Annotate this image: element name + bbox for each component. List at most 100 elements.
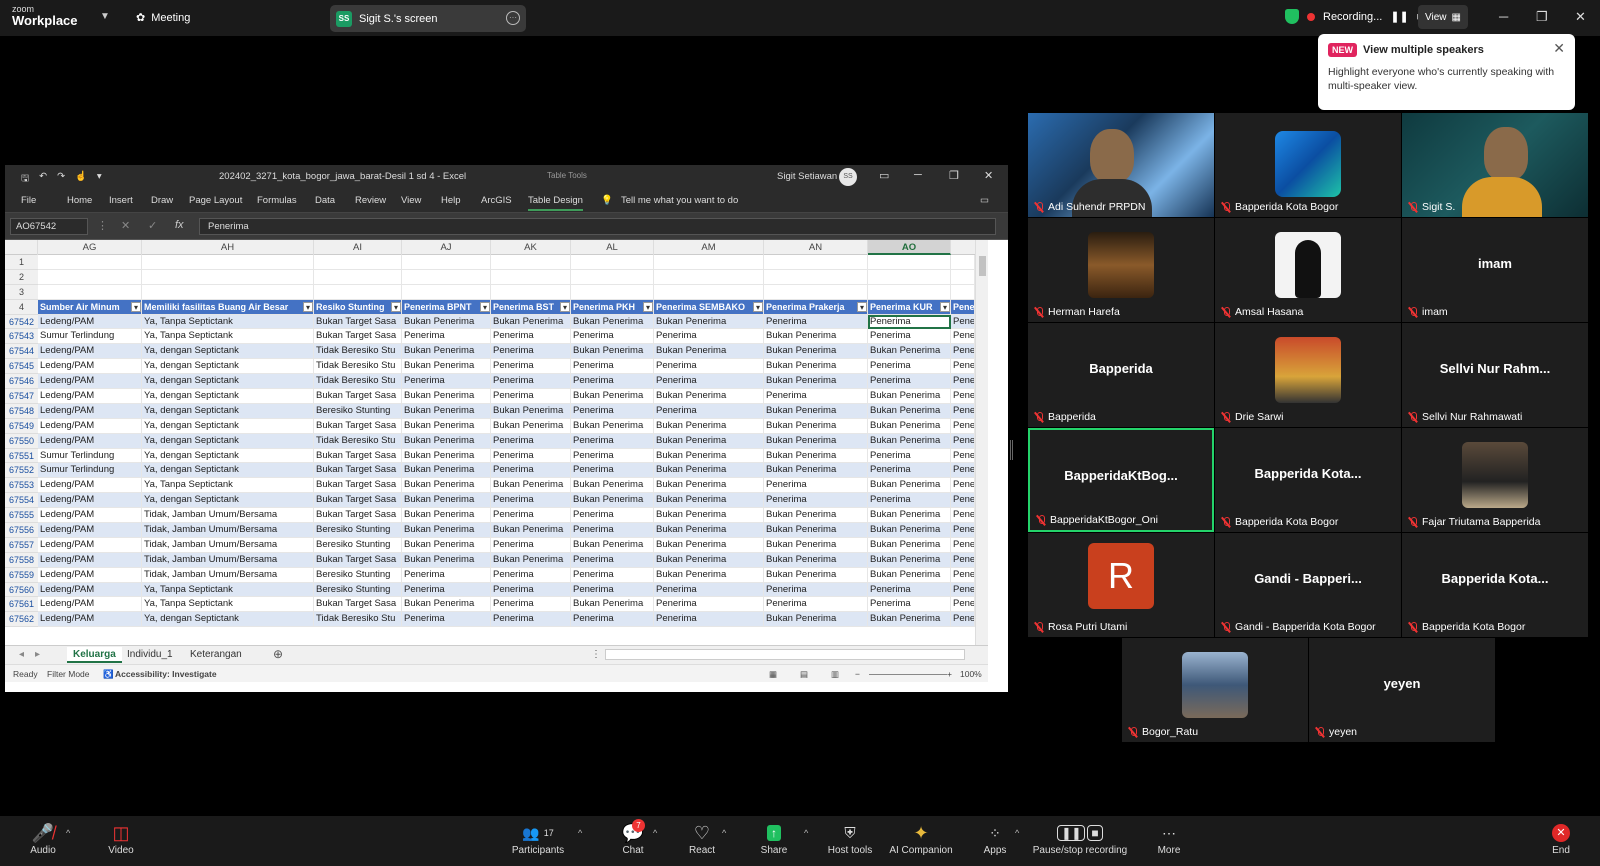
table-cell[interactable]: Bukan Penerima — [868, 612, 951, 628]
table-cell[interactable] — [491, 255, 571, 270]
table-cell[interactable] — [951, 284, 975, 300]
table-cell[interactable]: Bukan Penerima — [402, 523, 491, 538]
table-cell[interactable]: Beresiko Stunting — [314, 403, 402, 419]
table-cell[interactable]: Penerima — [868, 314, 951, 330]
column-header-an[interactable]: AN — [764, 240, 868, 255]
table-cell[interactable]: Bukan Penerima — [868, 567, 951, 583]
row-header[interactable]: 4 — [5, 299, 38, 315]
more-button[interactable]: ⋯ More — [1154, 821, 1184, 857]
table-cell[interactable]: Ledeng/PAM — [38, 389, 142, 404]
table-cell[interactable] — [402, 284, 491, 300]
row-header[interactable]: 67560 — [5, 582, 38, 598]
table-cell[interactable]: Penerima — [491, 344, 571, 360]
table-cell[interactable] — [142, 255, 314, 270]
table-cell[interactable]: Sumur Terlindung — [38, 448, 142, 464]
table-cell[interactable]: Penerima — [491, 448, 571, 464]
row-header[interactable]: 1 — [5, 255, 38, 270]
table-cell[interactable]: Ledeng/PAM — [38, 582, 142, 598]
table-cell[interactable]: Ledeng/PAM — [38, 403, 142, 419]
table-cell[interactable]: Bukan Penerima — [654, 567, 764, 583]
column-header-al[interactable]: AL — [571, 240, 654, 255]
table-header-cell[interactable]: Penerima BST — [491, 299, 571, 315]
table-cell[interactable] — [654, 269, 764, 285]
table-header-cell[interactable]: Resiko Stunting — [314, 299, 402, 315]
table-cell[interactable]: Bukan Penerima — [654, 344, 764, 360]
table-cell[interactable] — [402, 269, 491, 285]
participant-tile[interactable]: R Rosa Putri Utami — [1028, 533, 1214, 637]
table-header-cell[interactable]: Penerima BPNT — [402, 299, 491, 315]
table-cell[interactable]: Bukan Penerima — [654, 418, 764, 434]
table-cell[interactable]: Penerima — [764, 597, 868, 613]
security-shield-icon[interactable] — [1285, 9, 1299, 24]
table-cell[interactable]: Penerima — [654, 403, 764, 419]
table-cell[interactable]: Penerima — [868, 463, 951, 479]
participant-tile[interactable]: Sigit S. — [1402, 113, 1588, 217]
excel-close-icon[interactable]: ✕ — [984, 169, 993, 182]
row-header[interactable]: 67548 — [5, 403, 38, 419]
table-cell[interactable]: Bukan Penerima — [868, 403, 951, 419]
table-cell[interactable]: Ledeng/PAM — [38, 493, 142, 509]
table-cell[interactable]: Penerima — [491, 433, 571, 449]
table-cell[interactable]: Beresiko Stunting — [314, 567, 402, 583]
table-cell[interactable]: Penerima — [491, 463, 571, 479]
ribbon-tab-arcgis[interactable]: ArcGIS — [481, 195, 512, 206]
customize-qat-icon[interactable]: ▾ — [97, 171, 102, 187]
audio-button[interactable]: 🎤̸ Audio — [28, 821, 58, 857]
row-header[interactable]: 67559 — [5, 567, 38, 583]
table-cell[interactable]: Penerima — [491, 612, 571, 628]
video-button[interactable]: ◫ Video — [104, 821, 138, 857]
sheet-tab-keterangan[interactable]: Keterangan — [190, 649, 242, 660]
table-cell[interactable]: Penerima — [571, 612, 654, 628]
excel-minimize-icon[interactable]: ─ — [914, 169, 922, 181]
table-cell[interactable]: Penerima — [654, 612, 764, 628]
table-cell[interactable]: Bukan Penerima — [764, 344, 868, 360]
table-cell[interactable]: Ya, Tanpa Septictank — [142, 314, 314, 330]
table-cell[interactable]: Bukan Penerima — [868, 433, 951, 449]
table-cell[interactable]: Bukan Penerima — [402, 478, 491, 494]
normal-view-icon[interactable]: ▦ — [769, 669, 777, 680]
table-cell[interactable]: Penerima — [491, 537, 571, 553]
table-cell[interactable]: Ya, dengan Septictank — [142, 403, 314, 419]
table-cell[interactable]: Bukan Penerima — [402, 493, 491, 509]
table-cell[interactable]: Bukan Penerima — [868, 344, 951, 360]
table-cell[interactable]: Bukan Target Sasa — [314, 508, 402, 524]
table-cell[interactable] — [868, 255, 951, 270]
table-cell[interactable]: Pene — [951, 448, 975, 464]
table-cell[interactable]: Tidak Beresiko Stu — [314, 374, 402, 390]
filter-dropdown-icon[interactable]: ▾ — [753, 301, 763, 312]
ribbon-tab-insert[interactable]: Insert — [109, 195, 133, 206]
column-header-ao[interactable]: AO — [868, 240, 951, 255]
table-cell[interactable]: Bukan Penerima — [402, 314, 491, 330]
table-cell[interactable] — [491, 284, 571, 300]
participant-tile[interactable]: Bapperida Kota Bogor — [1215, 113, 1401, 217]
participant-tile[interactable]: imam imam — [1402, 218, 1588, 322]
table-cell[interactable]: Penerima — [571, 403, 654, 419]
table-cell[interactable]: Bukan Penerima — [654, 508, 764, 524]
table-cell[interactable] — [868, 284, 951, 300]
participants-caret[interactable]: ^ — [578, 828, 582, 838]
table-cell[interactable]: Bukan Penerima — [571, 344, 654, 360]
ribbon-tab-page-layout[interactable]: Page Layout — [189, 195, 242, 206]
table-cell[interactable]: Tidak Beresiko Stu — [314, 612, 402, 628]
tooltip-close-icon[interactable]: ✕ — [1553, 40, 1565, 57]
row-header[interactable]: 67554 — [5, 493, 38, 509]
table-cell[interactable]: Ledeng/PAM — [38, 597, 142, 613]
table-cell[interactable]: Tidak, Jamban Umum/Bersama — [142, 537, 314, 553]
table-cell[interactable]: Penerima — [868, 582, 951, 598]
table-cell[interactable]: Bukan Penerima — [491, 418, 571, 434]
meeting-menu[interactable]: ✿ Meeting — [136, 11, 190, 25]
close-icon[interactable]: ✕ — [1575, 9, 1586, 25]
table-cell[interactable]: Bukan Target Sasa — [314, 418, 402, 434]
table-cell[interactable]: Bukan Penerima — [571, 418, 654, 434]
table-cell[interactable] — [314, 255, 402, 270]
table-cell[interactable]: Ya, dengan Septictank — [142, 418, 314, 434]
enter-icon[interactable]: ✓ — [148, 219, 157, 232]
table-cell[interactable]: Bukan Penerima — [402, 552, 491, 568]
table-cell[interactable]: Penerima — [491, 493, 571, 509]
splitter-handle[interactable] — [1010, 440, 1013, 460]
table-cell[interactable]: Penerima — [764, 493, 868, 509]
formula-bar-options-icon[interactable]: ⋮ — [97, 219, 108, 232]
table-cell[interactable] — [951, 255, 975, 270]
table-header-cell[interactable]: Memiliki fasilitas Buang Air Besar — [142, 299, 314, 315]
table-cell[interactable]: Bukan Penerima — [491, 314, 571, 330]
